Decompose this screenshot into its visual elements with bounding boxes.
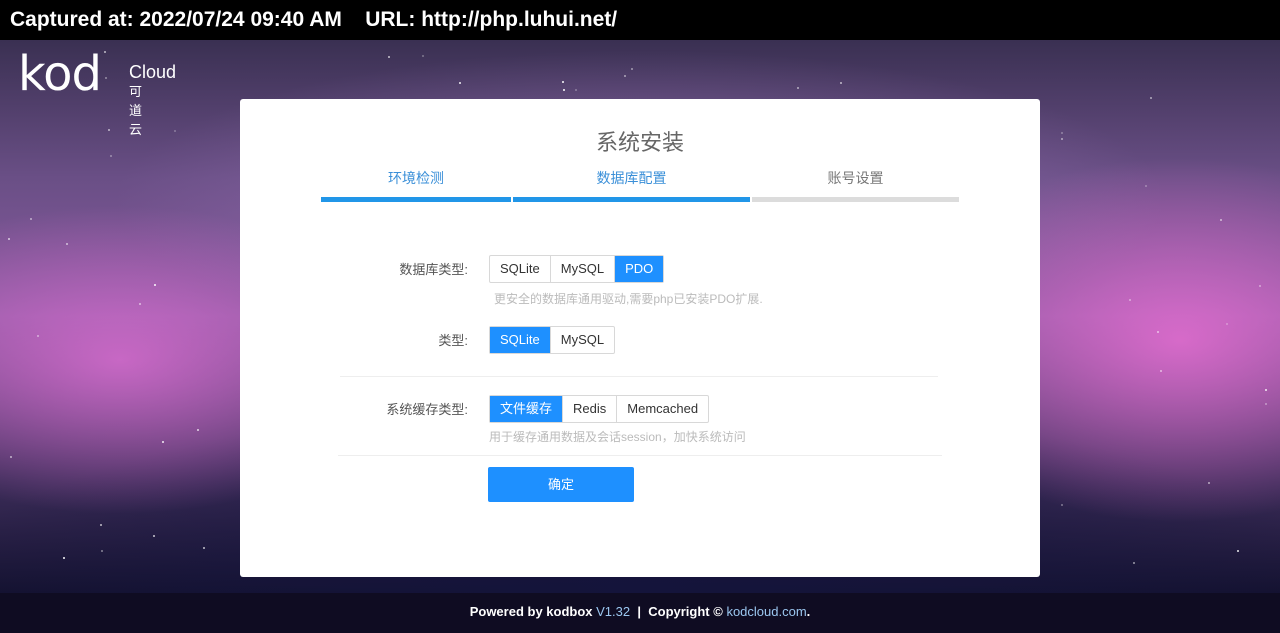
install-steps: 环境检测 数据库配置 账号设置 <box>321 169 959 202</box>
star-decoration <box>110 155 112 157</box>
step-label: 数据库配置 <box>596 170 667 186</box>
footer: Powered by kodbox V1.32 | Copyright © ko… <box>0 593 1280 633</box>
star-decoration <box>388 56 390 58</box>
db-type-label: 数据库类型: <box>399 262 468 277</box>
star-decoration <box>1133 562 1135 564</box>
cache-type-hint: 用于缓存通用数据及会话session，加快系统访问 <box>489 430 746 444</box>
star-decoration <box>203 547 205 549</box>
pdo-type-selector: SQLite MySQL <box>489 326 616 354</box>
star-decoration <box>37 335 39 337</box>
star-decoration <box>631 68 633 70</box>
star-decoration <box>8 238 10 240</box>
star-decoration <box>1061 504 1063 506</box>
logo-kod-text: kod <box>18 46 102 102</box>
star-decoration <box>154 284 156 286</box>
capture-banner: Captured at: 2022/07/24 09:40 AM URL: ht… <box>0 0 1280 40</box>
footer-powered: Powered by kodbox <box>469 604 593 619</box>
star-decoration <box>1208 482 1210 484</box>
step-label: 账号设置 <box>827 170 884 186</box>
db-type-hint: 更安全的数据库通用驱动,需要php已安装PDO扩展. <box>494 292 763 306</box>
star-decoration <box>1061 138 1063 140</box>
divider <box>340 376 938 377</box>
step-env-check[interactable]: 环境检测 <box>321 169 511 202</box>
star-decoration <box>1061 132 1063 134</box>
star-decoration <box>562 81 564 83</box>
footer-copyright: Copyright © <box>648 604 723 619</box>
footer-separator: | <box>637 604 641 619</box>
star-decoration <box>63 557 65 559</box>
cache-type-selector: 文件缓存 Redis Memcached <box>489 395 710 423</box>
star-decoration <box>104 51 106 53</box>
star-decoration <box>197 429 199 431</box>
install-panel: 系统安装 环境检测 数据库配置 账号设置 数据库类型: SQLite MySQL… <box>240 99 1040 577</box>
page-title: 系统安装 <box>595 130 684 155</box>
star-decoration <box>1129 299 1131 301</box>
star-decoration <box>101 550 103 552</box>
star-decoration <box>10 456 12 458</box>
star-decoration <box>840 82 842 84</box>
star-decoration <box>174 130 176 132</box>
divider <box>338 455 942 456</box>
star-decoration <box>1226 323 1228 325</box>
step-progress-bar <box>321 197 511 202</box>
footer-dot: . <box>806 604 811 619</box>
star-decoration <box>66 243 68 245</box>
star-decoration <box>624 75 626 77</box>
star-decoration <box>1259 285 1261 287</box>
star-decoration <box>1220 219 1222 221</box>
star-decoration <box>108 129 110 131</box>
star-decoration <box>459 82 461 84</box>
star-decoration <box>1237 550 1239 552</box>
star-decoration <box>797 87 799 89</box>
star-decoration <box>1265 403 1267 405</box>
pdo-type-label: 类型: <box>438 333 468 348</box>
db-type-option-mysql[interactable]: MySQL <box>551 256 616 282</box>
db-type-selector: SQLite MySQL PDO <box>489 255 665 283</box>
star-decoration <box>563 89 565 91</box>
star-decoration <box>1160 370 1162 372</box>
cache-type-option-memcached[interactable]: Memcached <box>617 396 708 422</box>
step-label: 环境检测 <box>388 170 444 186</box>
step-account-settings[interactable]: 账号设置 <box>752 169 959 202</box>
logo-cn-text: 可道云 <box>129 84 144 137</box>
star-decoration <box>422 55 424 57</box>
footer-link-kodcloud[interactable]: kodcloud.com <box>726 604 806 619</box>
db-type-option-sqlite[interactable]: SQLite <box>490 256 551 282</box>
confirm-button[interactable]: 确定 <box>488 467 634 502</box>
step-progress-bar <box>752 197 959 202</box>
step-db-config[interactable]: 数据库配置 <box>513 169 750 202</box>
db-type-option-pdo[interactable]: PDO <box>615 256 664 282</box>
star-decoration <box>575 89 577 91</box>
pdo-type-option-mysql[interactable]: MySQL <box>551 327 614 353</box>
star-decoration <box>162 441 164 443</box>
footer-version: V1.32 <box>596 604 631 619</box>
star-decoration <box>139 303 141 305</box>
star-decoration <box>1265 389 1267 391</box>
star-decoration <box>153 535 155 537</box>
cache-type-label: 系统缓存类型: <box>386 402 468 417</box>
star-decoration <box>105 77 107 79</box>
cache-type-option-redis[interactable]: Redis <box>563 396 618 422</box>
step-progress-bar <box>513 197 750 202</box>
star-decoration <box>1145 185 1147 187</box>
logo-cloud-text: Cloud <box>129 62 177 82</box>
pdo-type-option-sqlite[interactable]: SQLite <box>490 327 551 353</box>
star-decoration <box>1150 97 1152 99</box>
star-decoration <box>1157 331 1159 333</box>
cache-type-option-file[interactable]: 文件缓存 <box>490 396 564 422</box>
star-decoration <box>30 218 32 220</box>
star-decoration <box>100 524 102 526</box>
